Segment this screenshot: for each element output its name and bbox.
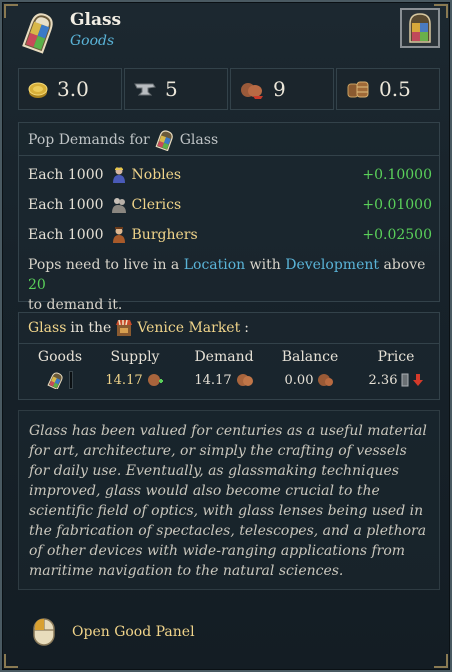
frame-corner	[4, 654, 18, 668]
stained-glass-icon	[155, 130, 173, 151]
nobles-icon	[112, 167, 125, 183]
location-link[interactable]: Location	[184, 257, 245, 273]
anvil-icon	[134, 83, 156, 96]
stats-row: 3.0 5 9 0.5	[18, 68, 440, 110]
good-tooltip: Glass Goods 3.0 5 9 0.5 Pop Demands for …	[0, 0, 452, 672]
stat-number: 5	[165, 77, 178, 101]
demand-row: Each 1000 Clerics +0.01000	[28, 197, 432, 213]
supply-column: Supply 14.17	[99, 349, 171, 391]
clerics-icon	[111, 198, 126, 213]
divider	[19, 343, 439, 344]
open-good-panel-label: Open Good Panel	[72, 624, 195, 640]
balance-sack-icon	[318, 374, 334, 386]
demand-row: Each 1000 Burghers +0.02500	[28, 227, 432, 243]
divider	[19, 155, 439, 156]
stained-glass-icon	[47, 372, 63, 389]
price-value: 2.36	[368, 372, 398, 388]
stat-value: 5	[124, 68, 228, 110]
development-link[interactable]: Development	[285, 257, 379, 273]
price-trend-bar-icon	[401, 373, 409, 387]
gold-coins-icon	[28, 82, 48, 98]
demand-requirement-note: Pops need to live in a Location with Dev…	[28, 257, 426, 313]
tooltip-title: Glass	[70, 10, 122, 30]
market-name-link[interactable]: Venice Market	[137, 320, 240, 336]
stat-number: 0.5	[379, 77, 411, 101]
stained-glass-icon	[22, 13, 53, 54]
supply-value: 14.17	[105, 372, 143, 388]
demand-sack-icon	[236, 374, 253, 386]
market-stall-icon	[116, 319, 133, 336]
stat-value: 9	[230, 68, 334, 110]
burghers-icon	[112, 227, 125, 243]
price-column: Price 2.36	[359, 349, 433, 391]
price-down-arrow-icon	[413, 374, 424, 386]
pop-demands-panel: Pop Demands for Glass Each 1000 Nobles +…	[18, 122, 440, 313]
frame-corner	[434, 654, 448, 668]
barrels-icon	[347, 81, 369, 98]
supply-sack-icon	[147, 374, 163, 386]
tooltip-subtitle: Goods	[70, 33, 115, 49]
mouse-left-click-icon	[33, 618, 55, 646]
open-good-panel-button[interactable]: Open Good Panel	[32, 614, 195, 650]
tooltip-header: Glass Goods	[16, 8, 440, 60]
goods-sack-icon	[241, 83, 263, 99]
demand-column: Demand 14.17	[194, 349, 254, 388]
stat-number: 3.0	[57, 77, 89, 101]
demand-value: 14.17	[194, 372, 232, 388]
pop-demands-title: Pop Demands for Glass	[28, 129, 218, 151]
goods-column: Goods	[29, 349, 91, 391]
market-title: Glass in the Venice Market:	[28, 319, 249, 336]
glass-window-icon	[400, 8, 440, 48]
stat-value: 0.5	[336, 68, 440, 110]
balance-value: 0.00	[284, 372, 314, 388]
stat-number: 9	[273, 77, 286, 101]
demand-row: Each 1000 Nobles +0.10000	[28, 167, 432, 183]
good-description: Glass has been valued for centuries as a…	[18, 410, 440, 590]
stat-value: 3.0	[18, 68, 122, 110]
market-panel: Glass in the Venice Market: Goods Supply…	[18, 312, 440, 400]
goods-level-bar	[69, 371, 73, 389]
balance-column: Balance 0.00	[281, 349, 339, 388]
